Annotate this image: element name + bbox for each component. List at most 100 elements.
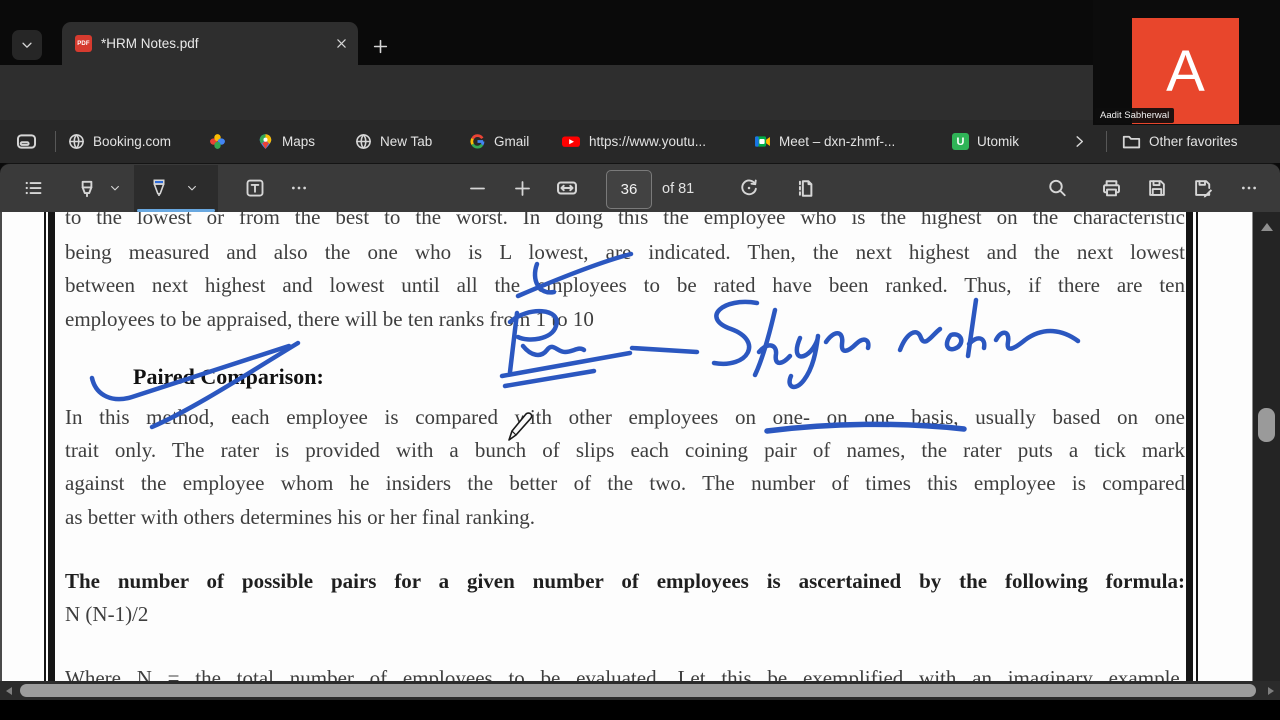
pen-cursor-icon — [508, 412, 533, 441]
fit-to-width-button[interactable] — [550, 170, 584, 206]
page-border-left — [48, 212, 55, 681]
chevron-down-icon — [111, 185, 119, 191]
browser-window: PDF *HRM Notes.pdf File C:/Users/HP/OneD… — [0, 0, 1280, 720]
document-line: In this method, each employee is compare… — [65, 405, 1185, 429]
page-border-right — [1186, 212, 1193, 681]
favorite-utomik[interactable]: U Utomik — [952, 120, 1019, 163]
draw-tool-dropdown[interactable] — [180, 170, 204, 206]
plus-icon — [514, 180, 530, 196]
page-border-right — [1196, 212, 1198, 681]
contents-icon — [25, 181, 42, 195]
close-tab-icon[interactable] — [335, 37, 348, 50]
plus-icon — [373, 39, 387, 53]
add-text-button[interactable] — [238, 170, 272, 206]
address-bar-row: File C:/Users/HP/OneDrive/Desktop/HRM%20… — [0, 65, 1280, 181]
new-tab-button[interactable] — [366, 32, 394, 60]
save-button[interactable] — [1140, 170, 1174, 206]
save-icon — [1149, 180, 1165, 196]
favorites-bar: Booking.com Maps New Tab Gmail https://w… — [0, 120, 1280, 163]
fit-width-icon — [557, 181, 577, 195]
favorite-booking[interactable]: Booking.com — [68, 120, 171, 163]
google-photos-icon — [210, 134, 225, 149]
highlighter-icon — [81, 180, 93, 198]
horizontal-scrollbar-thumb[interactable] — [20, 684, 1256, 697]
document-line-bold: The number of possible pairs for a given… — [65, 569, 1185, 593]
document-line: Where N = the total number of employees … — [65, 666, 1185, 681]
draw-tool-button[interactable] — [142, 170, 176, 206]
printer-icon — [1102, 179, 1120, 196]
scroll-right-icon[interactable] — [1266, 686, 1276, 696]
draw-tool-selected — [134, 165, 218, 212]
more-tools-button[interactable] — [282, 170, 316, 206]
other-favorites-label: Other favorites — [1149, 134, 1238, 149]
favorite-meet[interactable]: Meet – dxn-zhmf-... — [754, 120, 895, 163]
scroll-up-icon[interactable] — [1260, 221, 1274, 233]
page-edge — [0, 212, 2, 681]
pdf-file-icon: PDF — [75, 35, 92, 52]
document-line: trait only. The rater is provided with a… — [65, 438, 1185, 462]
window-icon — [16, 134, 37, 149]
rotate-button[interactable] — [732, 170, 766, 206]
favorite-maps[interactable]: Maps — [257, 120, 315, 163]
favorite-youtube[interactable]: https://www.youtu... — [561, 120, 706, 163]
page-number-input[interactable]: 36 — [606, 170, 652, 209]
document-heading: Paired Comparison: — [133, 364, 324, 389]
favorite-new-tab[interactable]: New Tab — [355, 120, 432, 163]
tab-actions-menu-button[interactable] — [12, 30, 42, 60]
ellipsis-icon — [1242, 186, 1256, 190]
text-tool-icon — [246, 179, 264, 197]
favorite-google-photos[interactable] — [209, 120, 234, 163]
print-button[interactable] — [1094, 170, 1128, 206]
participant-video-overlay: A Aadit Sabherwal — [1093, 0, 1280, 125]
document-line: to the lowest or from the best to the wo… — [65, 212, 1185, 229]
vertical-scrollbar[interactable] — [1252, 212, 1280, 681]
document-line: between next highest and lowest until al… — [65, 273, 1185, 297]
google-g-icon — [470, 134, 485, 149]
pdf-toolbar: 36 of 81 — [0, 163, 1280, 363]
zoom-in-button[interactable] — [505, 170, 539, 206]
save-as-button[interactable] — [1186, 170, 1220, 206]
table-of-contents-button[interactable] — [16, 170, 50, 206]
page-view-icon — [798, 179, 812, 197]
rotate-icon — [741, 179, 757, 196]
favorite-label: Meet – dxn-zhmf-... — [779, 134, 896, 149]
chevron-down-icon — [188, 185, 196, 191]
separator — [1106, 131, 1107, 152]
pen-icon — [153, 179, 165, 196]
search-icon — [1049, 179, 1066, 197]
document-formula: N (N-1)/2 — [65, 602, 149, 626]
favorite-label: https://www.youtu... — [589, 134, 707, 149]
save-as-icon — [1195, 180, 1213, 198]
other-favorites-button[interactable]: Other favorites — [1122, 120, 1238, 163]
minus-icon — [469, 187, 485, 189]
chevron-right-icon — [1076, 136, 1084, 147]
tab-preview-button[interactable] — [16, 120, 37, 163]
tab-hrm-notes[interactable]: PDF *HRM Notes.pdf — [62, 22, 358, 65]
search-document-button[interactable] — [1040, 170, 1074, 206]
vertical-scrollbar-thumb[interactable] — [1258, 408, 1275, 442]
highlight-tool-dropdown[interactable] — [104, 170, 126, 206]
pdf-document[interactable]: to the lowest or from the best to the wo… — [0, 212, 1252, 681]
favorite-label: Maps — [282, 134, 316, 149]
scroll-left-icon[interactable] — [4, 686, 14, 696]
page-view-button[interactable] — [786, 170, 820, 206]
horizontal-scrollbar[interactable] — [0, 681, 1280, 700]
chevron-down-icon — [22, 42, 32, 48]
zoom-out-button[interactable] — [460, 170, 494, 206]
folder-icon — [1122, 135, 1141, 149]
document-line: against the employee whom he insiders th… — [65, 471, 1185, 495]
participant-name-tag: Aadit Sabherwal — [1095, 108, 1175, 123]
favorite-label: Utomik — [977, 134, 1020, 149]
document-line: as better with others determines his or … — [65, 505, 536, 529]
google-maps-pin-icon — [259, 134, 272, 149]
more-options-button[interactable] — [1232, 170, 1266, 206]
page-border-left — [44, 212, 46, 681]
tab-bar: PDF *HRM Notes.pdf — [0, 0, 1280, 65]
favorite-gmail[interactable]: Gmail — [469, 120, 529, 163]
document-line: being measured and also the one who is L… — [65, 240, 1185, 264]
favorites-overflow-button[interactable] — [1072, 120, 1087, 163]
favorite-label: Booking.com — [93, 134, 172, 149]
tab-title: *HRM Notes.pdf — [101, 36, 199, 51]
highlight-tool-button[interactable] — [70, 170, 104, 206]
favorite-label: New Tab — [380, 134, 433, 149]
